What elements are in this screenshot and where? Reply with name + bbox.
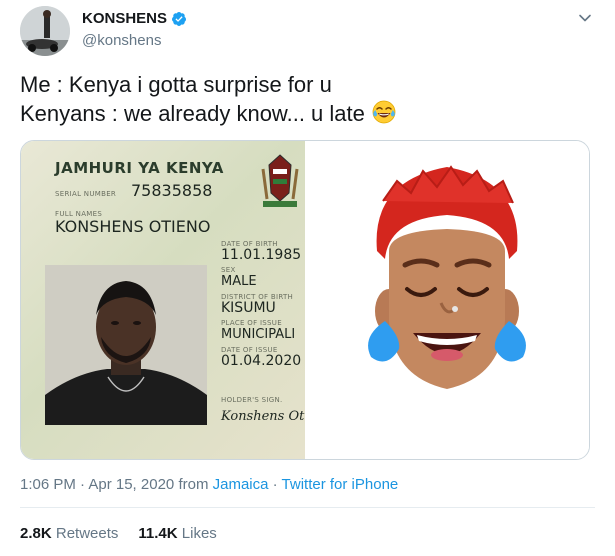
issue-place-label: PLACE OF ISSUE	[221, 319, 282, 327]
sex-label: SEX	[221, 266, 236, 274]
memoji-laughing-image[interactable]	[305, 141, 589, 459]
likes-stat[interactable]: 11.4K Likes	[138, 525, 216, 542]
meta-separator: ·	[272, 476, 278, 493]
avatar[interactable]	[20, 6, 70, 56]
dob: 11.01.1985	[221, 247, 302, 263]
timestamp[interactable]: 1:06 PM · Apr 15, 2020	[20, 476, 174, 493]
tweet: KONSHENS @konshens Me : Kenya i gotta su…	[0, 0, 615, 556]
sex: MALE	[221, 274, 257, 289]
id-card-image[interactable]: JAMHURI YA KENYA SERIAL NUMBER 75835858 …	[21, 141, 305, 459]
display-name[interactable]: KONSHENS	[82, 10, 167, 27]
tweet-stats: 2.8K Retweets 11.4K Likes	[20, 525, 217, 542]
client-link[interactable]: Twitter for iPhone	[282, 476, 399, 493]
id-card-header: JAMHURI YA KENYA	[55, 159, 224, 177]
likes-label: Likes	[181, 525, 217, 542]
retweets-count: 2.8K	[20, 525, 52, 542]
verified-badge-icon	[172, 11, 187, 26]
location-link[interactable]: Jamaica	[213, 476, 269, 493]
serial-number-label: SERIAL NUMBER	[55, 190, 117, 198]
holder-sign-label: HOLDER'S SIGN.	[221, 396, 283, 404]
serial-number: 75835858	[131, 181, 213, 200]
tweet-text-line-2: Kenyans : we already know... u late	[20, 101, 365, 126]
full-names: KONSHENS OTIENO	[55, 217, 211, 236]
tweet-text-line-1: Me : Kenya i gotta surprise for u	[20, 72, 332, 97]
tweet-meta: 1:06 PM · Apr 15, 2020 from Jamaica · Tw…	[20, 476, 398, 493]
issue-date: 01.04.2020	[221, 353, 302, 369]
chevron-down-icon[interactable]	[577, 10, 593, 26]
tweet-media[interactable]: JAMHURI YA KENYA SERIAL NUMBER 75835858 …	[20, 140, 590, 460]
district: KISUMU	[221, 300, 276, 316]
handle[interactable]: @konshens	[82, 32, 161, 49]
memoji-face-icon	[368, 165, 526, 389]
issue-place: MUNICIPALI	[221, 327, 296, 342]
from-label: from	[178, 476, 209, 493]
author-name-row: KONSHENS	[82, 10, 187, 27]
face-with-tears-of-joy-icon	[371, 99, 397, 132]
coat-of-arms-icon	[261, 154, 299, 207]
holder-signature: Konshens Ot	[221, 409, 305, 424]
retweets-stat[interactable]: 2.8K Retweets	[20, 525, 118, 542]
likes-count: 11.4K	[138, 525, 178, 542]
divider	[20, 507, 595, 508]
id-photo	[45, 265, 207, 425]
retweets-label: Retweets	[55, 525, 119, 542]
tweet-text: Me : Kenya i gotta surprise for u Kenyan…	[20, 70, 397, 132]
